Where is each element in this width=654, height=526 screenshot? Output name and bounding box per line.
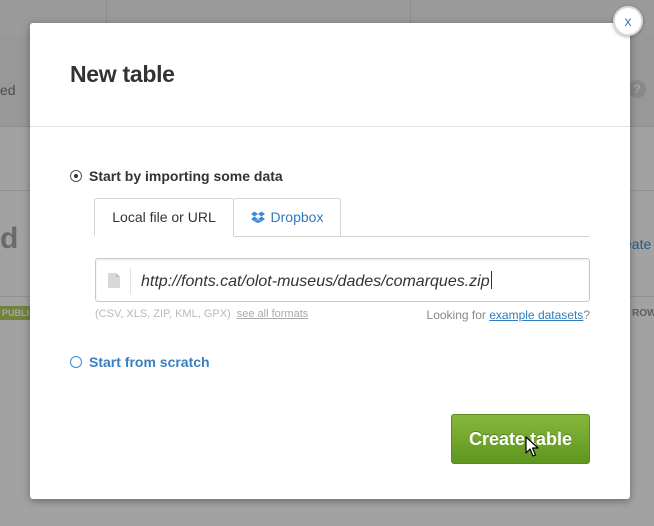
dialog-title: New table [70, 61, 175, 87]
mouse-cursor-icon [525, 436, 539, 457]
create-table-button[interactable]: Create table [451, 414, 590, 464]
import-option-label[interactable]: Start by importing some data [89, 168, 283, 184]
text-caret [490, 271, 492, 289]
dialog-header: New table [30, 23, 630, 127]
start-from-scratch-option[interactable]: Start from scratch [70, 354, 210, 370]
example-datasets-hint: Looking for example datasets? [427, 308, 590, 322]
looking-for-text: Looking for [426, 308, 486, 322]
input-divider [130, 268, 131, 294]
close-dialog-button[interactable]: x [613, 6, 643, 36]
example-datasets-link[interactable]: example datasets [489, 308, 583, 322]
question-mark: ? [583, 308, 590, 322]
tab-local-file[interactable]: Local file or URL [94, 198, 234, 237]
new-table-dialog: New table Start by importing some data L… [30, 23, 630, 499]
url-field-value[interactable]: http://fonts.cat/olot-museus/dades/comar… [141, 271, 492, 291]
dropbox-icon [250, 211, 265, 223]
scratch-radio[interactable] [70, 356, 82, 368]
scratch-option-label[interactable]: Start from scratch [89, 354, 210, 370]
url-input[interactable]: http://fonts.cat/olot-museus/dades/comar… [95, 258, 590, 302]
url-value-text: http://fonts.cat/olot-museus/dades/comar… [141, 273, 490, 290]
tab-dropbox-label: Dropbox [270, 209, 324, 225]
see-all-formats-link[interactable]: see all formats [237, 308, 309, 320]
import-radio[interactable] [70, 170, 82, 182]
tab-dropbox[interactable]: Dropbox [233, 198, 341, 236]
file-icon [108, 273, 120, 288]
formats-list: (CSV, XLS, ZIP, KML, GPX) [95, 308, 231, 320]
supported-formats: (CSV, XLS, ZIP, KML, GPX) see all formats [95, 308, 308, 320]
tab-local-file-label: Local file or URL [112, 209, 216, 225]
import-data-option[interactable]: Start by importing some data [70, 168, 283, 184]
import-tabs: Local file or URL Dropbox [94, 198, 590, 237]
